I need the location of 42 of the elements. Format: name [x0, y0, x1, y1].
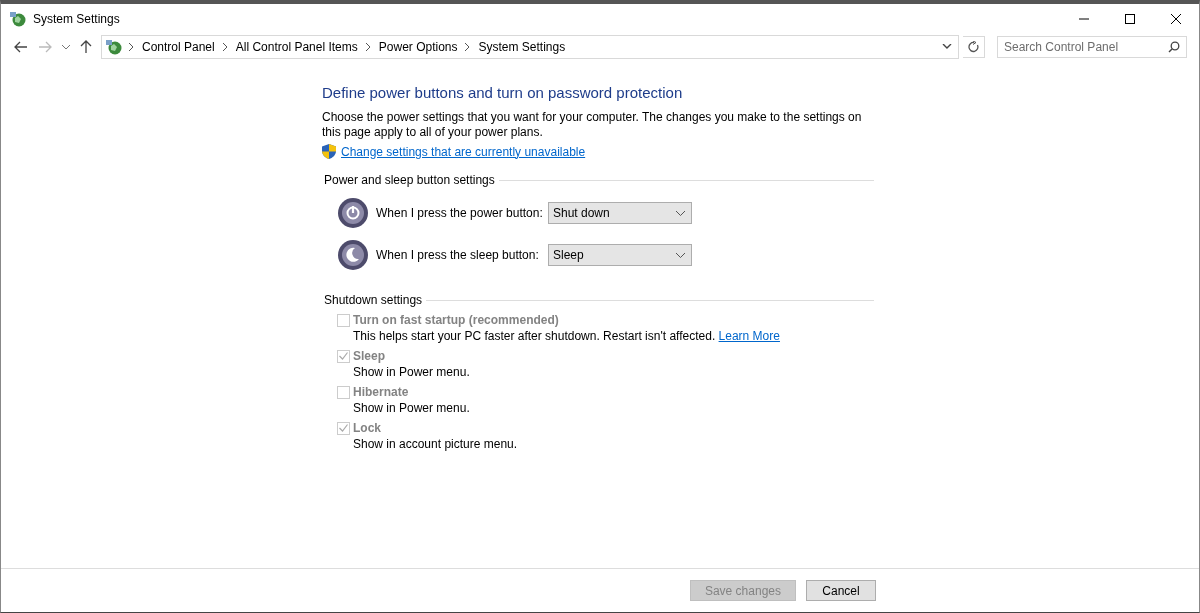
breadcrumb-item[interactable]: Control Panel	[142, 40, 215, 54]
search-icon	[1168, 41, 1180, 53]
control-panel-icon	[105, 38, 123, 56]
control-panel-icon	[9, 10, 27, 28]
caret-icon	[676, 210, 685, 216]
refresh-button[interactable]	[963, 36, 985, 58]
option-label: Lock	[353, 421, 381, 435]
chevron-icon	[465, 43, 471, 51]
breadcrumb-item[interactable]: All Control Panel Items	[235, 40, 358, 54]
breadcrumb-item[interactable]: System Settings	[478, 40, 566, 54]
page-heading: Define power buttons and turn on password protection	[322, 84, 684, 101]
option-description: Show in Power menu.	[353, 365, 470, 379]
recent-locations-button[interactable]	[59, 44, 73, 50]
option-description: This helps start your PC faster after shutdown. Restart isn't affected.	[353, 329, 716, 343]
option-label: Sleep	[353, 349, 385, 363]
address-bar[interactable]: Control Panel All Control Panel Items Power Options System Settings	[101, 35, 959, 59]
action-dropdown[interactable]: Sleep	[548, 244, 692, 266]
chevron-icon	[222, 43, 228, 51]
setting-label: When I press the sleep button:	[376, 248, 540, 262]
option-label: Hibernate	[353, 385, 409, 399]
refresh-icon	[967, 41, 980, 53]
change-settings-link[interactable]: Change settings that are currently unavailable	[341, 144, 586, 159]
sleep-button-icon	[337, 239, 369, 271]
window-title: System Settings	[33, 12, 121, 26]
shield-icon	[322, 144, 336, 159]
search-field[interactable]: Search Control Panel	[997, 36, 1187, 58]
action-dropdown[interactable]: Shut down	[548, 202, 692, 224]
chevron-icon	[365, 43, 371, 51]
caret-icon	[676, 252, 685, 258]
chevron-icon	[129, 43, 134, 51]
close-icon	[1171, 14, 1181, 24]
intro-text: Choose the power settings that you want for your computer. The changes you make to the settings on this page apply to all of your power plans.	[322, 110, 863, 140]
section-title: Shutdown settings	[324, 293, 423, 307]
option-description: Show in account picture menu.	[353, 437, 518, 451]
dialog-button[interactable]: Cancel	[806, 580, 876, 601]
option-label: Turn on fast startup (recommended)	[353, 313, 559, 327]
breadcrumb-item[interactable]: Power Options	[378, 40, 458, 54]
option-description: Show in Power menu.	[353, 401, 470, 415]
power-button-icon	[337, 197, 369, 229]
setting-label: When I press the power button:	[376, 206, 544, 220]
maximize-icon	[1125, 14, 1135, 24]
section-title: Power and sleep button settings	[324, 173, 495, 187]
